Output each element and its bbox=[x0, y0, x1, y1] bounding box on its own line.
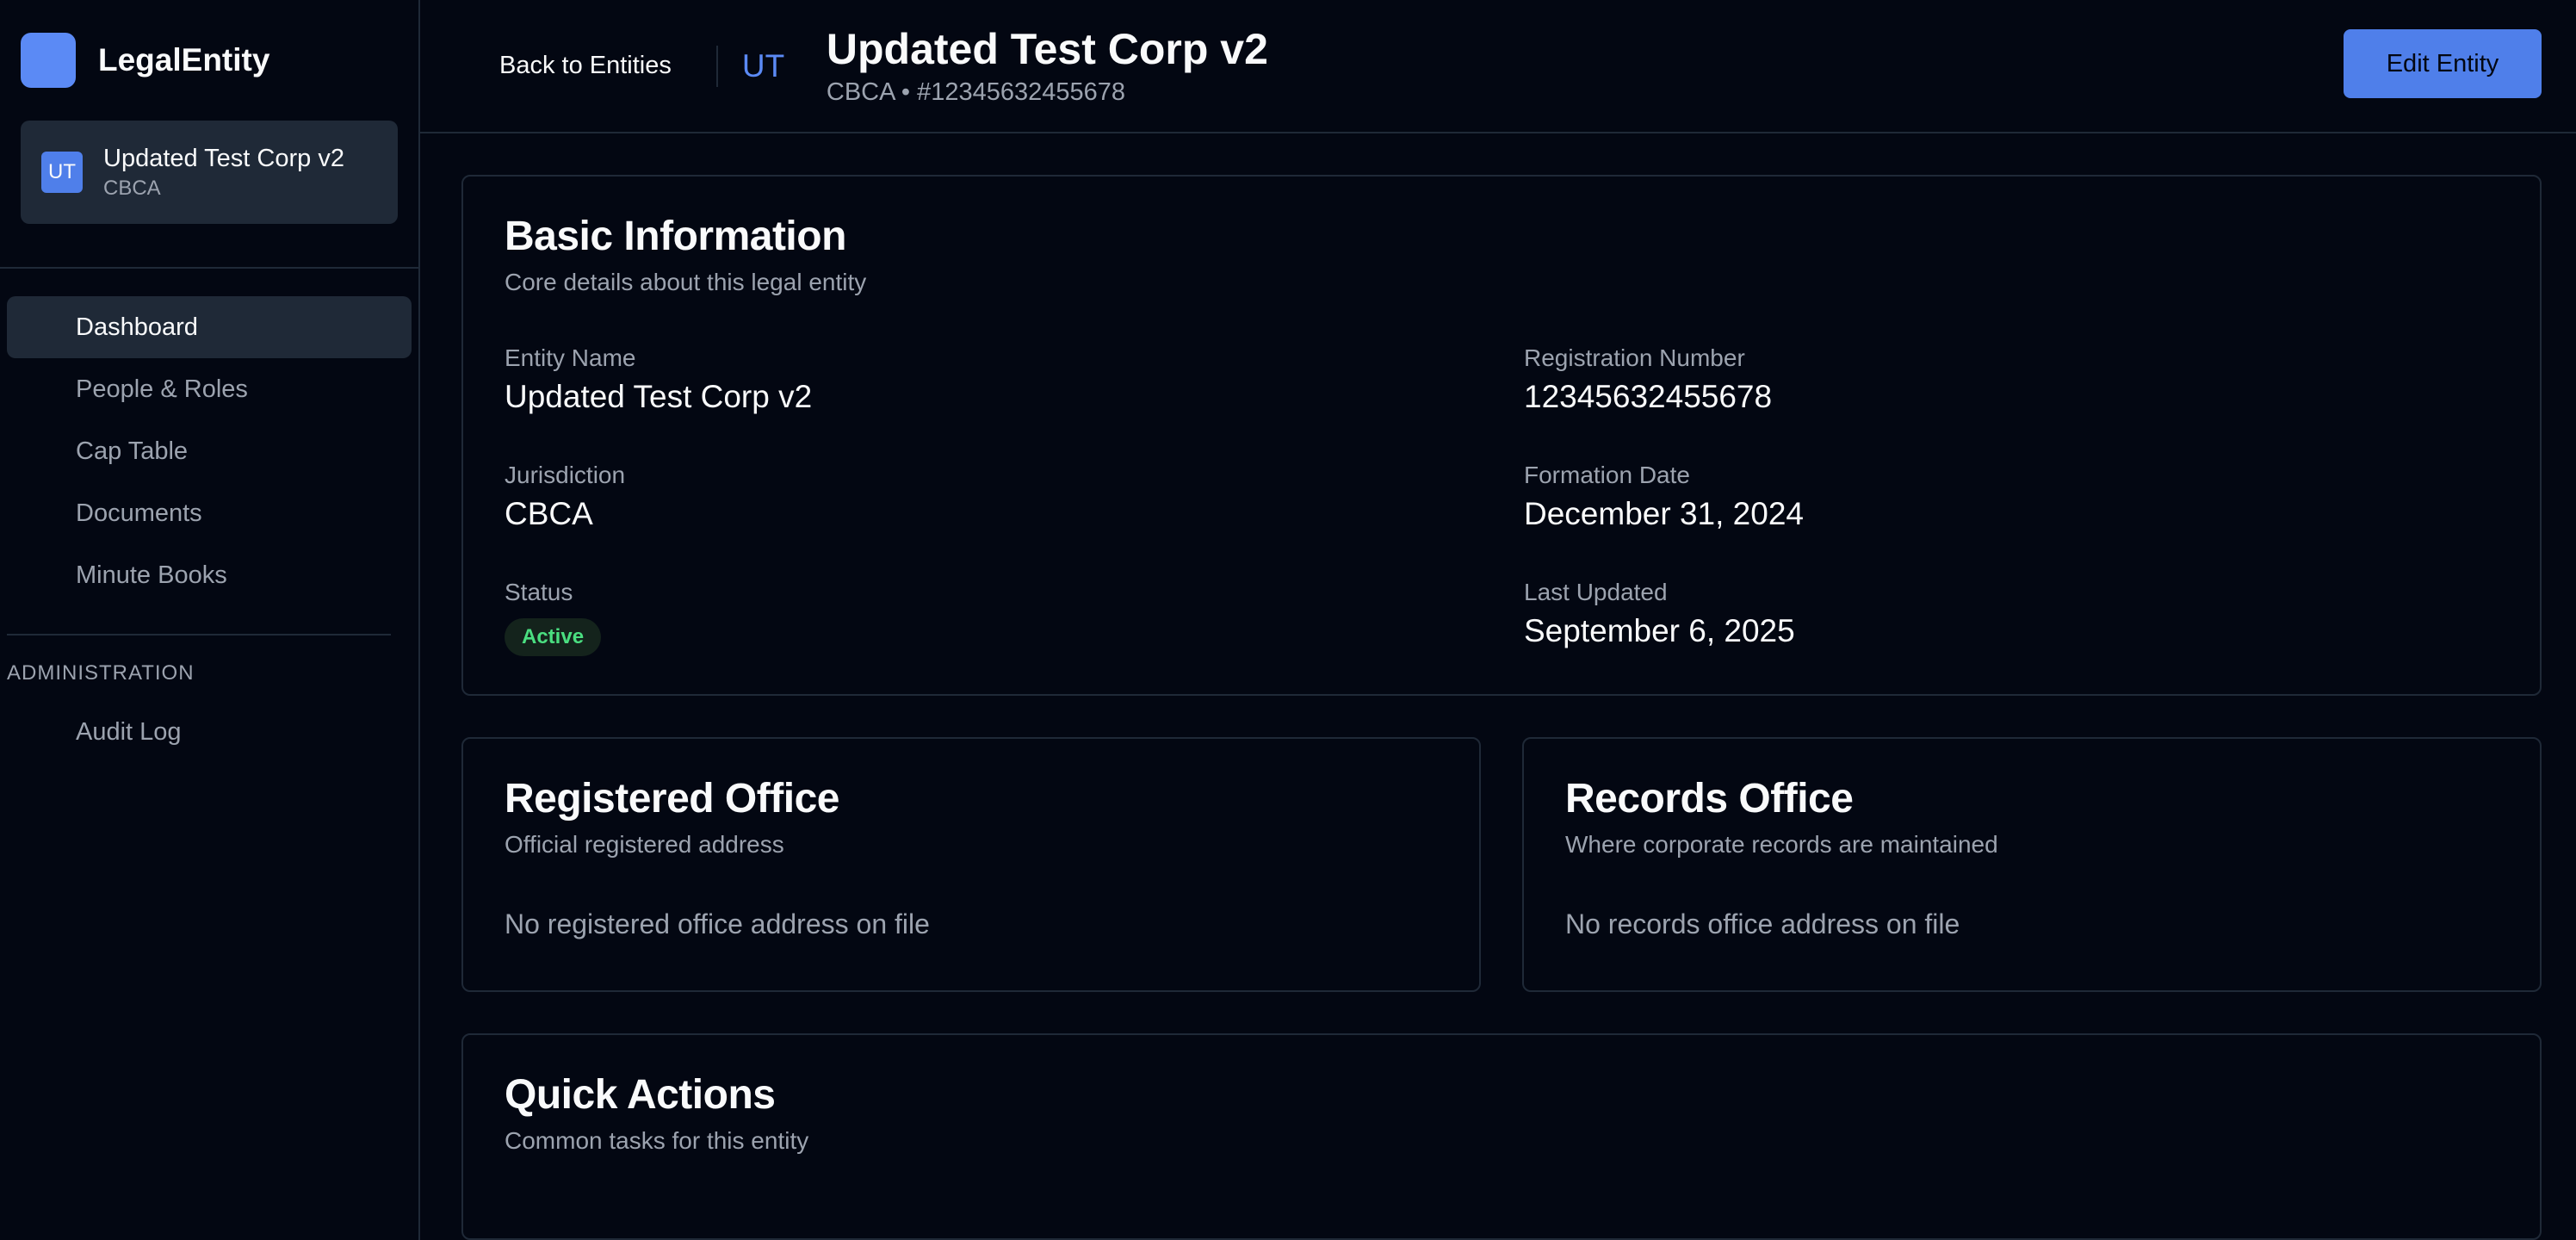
sidebar-item-dashboard[interactable]: Dashboard bbox=[7, 296, 412, 358]
page-title: Updated Test Corp v2 bbox=[826, 24, 1268, 73]
status-badge: Active bbox=[505, 618, 602, 656]
field-label: Status bbox=[505, 579, 573, 605]
entity-initials: UT bbox=[741, 47, 785, 84]
sidebar-item-people-roles[interactable]: People & Roles bbox=[7, 358, 412, 420]
app-root: LegalEntity UT Updated Test Corp v2 CBCA… bbox=[0, 0, 2576, 1240]
field-status: Status Active bbox=[505, 579, 1524, 656]
quick-actions-card: Quick Actions Common tasks for this enti… bbox=[461, 1033, 2542, 1240]
entity-switcher[interactable]: UT Updated Test Corp v2 CBCA bbox=[21, 121, 398, 224]
basic-information-card: Basic Information Core details about thi… bbox=[461, 175, 2542, 696]
entity-switcher-text: Updated Test Corp v2 CBCA bbox=[103, 145, 344, 201]
card-description: Where corporate records are maintained bbox=[1565, 831, 1998, 858]
field-value: 12345632455678 bbox=[1524, 379, 1773, 414]
field-label: Last Updated bbox=[1524, 579, 1668, 605]
sidebar-item-documents[interactable]: Documents bbox=[7, 482, 412, 544]
back-to-entities-button[interactable]: Back to Entities bbox=[468, 38, 703, 94]
page-header: Back to Entities UT Updated Test Corp v2… bbox=[420, 0, 2576, 133]
content-area: Basic Information Core details about thi… bbox=[420, 133, 2576, 1240]
sidebar-item-minute-books[interactable]: Minute Books bbox=[7, 544, 412, 606]
main-content: Back to Entities UT Updated Test Corp v2… bbox=[420, 0, 2576, 1240]
sidebar: LegalEntity UT Updated Test Corp v2 CBCA… bbox=[0, 0, 420, 1240]
field-formation-date: Formation Date December 31, 2024 bbox=[1524, 462, 2499, 532]
sidebar-item-cap-table[interactable]: Cap Table bbox=[7, 420, 412, 482]
sidebar-section-administration: ADMINISTRATION bbox=[7, 661, 195, 685]
card-description: Core details about this legal entity bbox=[505, 269, 867, 295]
field-last-updated: Last Updated September 6, 2025 bbox=[1524, 579, 2499, 656]
field-entity-name: Entity Name Updated Test Corp v2 bbox=[505, 344, 1524, 415]
entity-switcher-name: Updated Test Corp v2 bbox=[103, 144, 344, 172]
field-value: Updated Test Corp v2 bbox=[505, 379, 813, 414]
card-description: Official registered address bbox=[505, 831, 784, 858]
edit-entity-button[interactable]: Edit Entity bbox=[2344, 29, 2542, 98]
brand[interactable]: LegalEntity bbox=[0, 0, 418, 121]
card-title: Records Office bbox=[1565, 776, 1854, 822]
field-label: Formation Date bbox=[1524, 462, 1690, 488]
entity-switcher-jurisdiction: CBCA bbox=[103, 176, 161, 200]
field-registration-number: Registration Number 12345632455678 bbox=[1524, 344, 2499, 415]
field-value: CBCA bbox=[505, 496, 593, 531]
sidebar-nav: Dashboard People & Roles Cap Table Docum… bbox=[0, 269, 418, 606]
office-row: Registered Office Official registered ad… bbox=[461, 737, 2542, 992]
brand-name: LegalEntity bbox=[98, 42, 270, 78]
field-label: Registration Number bbox=[1524, 344, 1745, 371]
empty-state-text: No records office address on file bbox=[1565, 908, 1960, 939]
brand-logo-icon bbox=[21, 33, 76, 88]
card-title: Basic Information bbox=[505, 214, 846, 259]
sidebar-admin-nav: Audit Log bbox=[0, 701, 418, 763]
field-value: September 6, 2025 bbox=[1524, 613, 1795, 648]
header-divider bbox=[715, 45, 718, 87]
field-jurisdiction: Jurisdiction CBCA bbox=[505, 462, 1524, 532]
card-description: Common tasks for this entity bbox=[505, 1127, 809, 1154]
page-subtitle: CBCA • #12345632455678 bbox=[826, 78, 1126, 106]
empty-state-text: No registered office address on file bbox=[505, 908, 930, 939]
title-block: Updated Test Corp v2 CBCA • #12345632455… bbox=[826, 24, 1268, 107]
field-value: December 31, 2024 bbox=[1524, 496, 1804, 531]
records-office-card: Records Office Where corporate records a… bbox=[1522, 737, 2542, 992]
field-label: Entity Name bbox=[505, 344, 636, 371]
card-title: Registered Office bbox=[505, 776, 839, 822]
field-label: Jurisdiction bbox=[505, 462, 626, 488]
registered-office-card: Registered Office Official registered ad… bbox=[461, 737, 1481, 992]
info-grid: Entity Name Updated Test Corp v2 Registr… bbox=[505, 344, 2499, 656]
entity-avatar: UT bbox=[41, 152, 83, 193]
sidebar-item-audit-log[interactable]: Audit Log bbox=[7, 701, 412, 763]
card-title: Quick Actions bbox=[505, 1072, 776, 1118]
